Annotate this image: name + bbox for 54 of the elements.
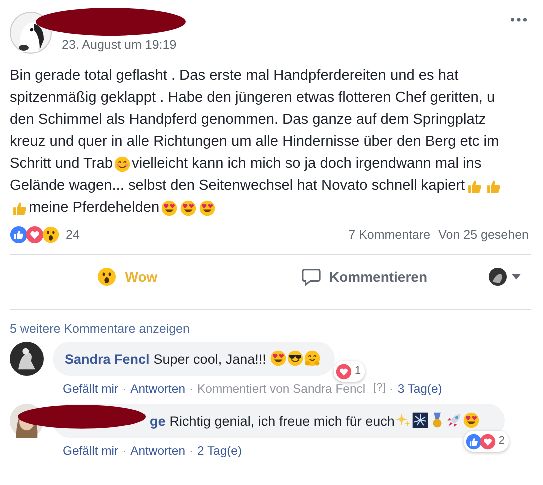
caret-icon <box>512 274 521 280</box>
speech-bubble-icon <box>302 268 322 286</box>
comment-author[interactable]: ge <box>150 414 166 429</box>
seen-count[interactable]: Von 25 gesehen <box>438 228 529 242</box>
comment-author[interactable]: Sandra Fencl <box>65 352 150 367</box>
comment-text: Richtig genial, ich freue mich für euch <box>170 414 395 429</box>
post-text: meine Pferdehelden <box>29 199 160 218</box>
post-text: Bin gerade total geflasht . Das erste mal Handpferdereiten und es hat <box>10 67 459 86</box>
separator: · <box>189 382 194 396</box>
heart-eyes-face-icon <box>462 412 480 429</box>
heart-eyes-face-icon <box>160 200 178 216</box>
separator: · <box>189 444 194 458</box>
post-text: den Schimmel als Handpferd genommen. Das ganze auf dem Springplatz <box>10 111 486 130</box>
thumbs-up-icon <box>11 200 28 216</box>
like-icon <box>10 226 28 244</box>
sunglasses-face-icon <box>287 350 304 367</box>
hugging-face-icon <box>304 350 322 367</box>
reaction-badge[interactable]: 1 <box>334 361 366 382</box>
heart-eyes-face-icon <box>270 350 288 367</box>
reply-link[interactable]: Antworten <box>130 382 186 396</box>
commented-by-note: Kommentiert von Sandra Fencl <box>198 382 366 396</box>
rocket-icon <box>446 412 463 429</box>
post-text: kreuz und quer in alle Richtungen um alle Hindernisse über den Berg etc im <box>10 133 500 152</box>
post-text: spitzenmäßig geklappt . Habe den jüngeren etwas flotteren Chef geritten, u <box>10 89 496 108</box>
thumbs-up-icon <box>466 178 484 194</box>
separator: · <box>122 444 127 458</box>
reaction-badge[interactable]: 2 <box>464 431 509 452</box>
surprised-face-icon <box>42 226 60 244</box>
post-date[interactable]: 23. August um 19:19 <box>62 38 177 52</box>
heart-eyes-face-icon <box>198 200 216 216</box>
like-icon <box>466 434 482 450</box>
help-link[interactable]: [?] <box>374 382 386 396</box>
thumbs-up-icon <box>485 178 502 194</box>
reply-link[interactable]: Antworten <box>130 444 186 458</box>
post-text: vielleicht kann ich mich so ja doch irgendwann mal ins <box>132 155 482 174</box>
comment-age[interactable]: 3 Tag(e) <box>398 382 442 396</box>
fireworks-icon <box>412 412 429 429</box>
smiling-face-icon <box>114 156 132 172</box>
like-link[interactable]: Gefällt mir <box>63 382 119 396</box>
separator: · <box>122 382 127 396</box>
sparkles-icon <box>394 412 412 429</box>
comments-count[interactable]: 7 Kommentare <box>348 228 431 242</box>
comment-text: Super cool, Jana!!! <box>154 352 268 367</box>
more-comments-link[interactable]: 5 weitere Kommentare anzeigen <box>10 310 531 336</box>
comment-age[interactable]: 2 Tag(e) <box>198 444 242 458</box>
like-link[interactable]: Gefällt mir <box>63 444 119 458</box>
post-text: Gelände wagen... selbst den Seitenwechsel hat Novato schnell kapiert <box>10 177 466 196</box>
more-options-icon[interactable] <box>511 18 527 22</box>
heart-eyes-face-icon <box>180 200 197 216</box>
reaction-count[interactable]: 24 <box>66 228 80 242</box>
post-text: Schritt und Trab <box>10 155 114 174</box>
separator: · <box>390 382 394 396</box>
surprised-face-icon <box>97 267 118 287</box>
comment-button[interactable]: Kommentieren <box>245 262 485 292</box>
